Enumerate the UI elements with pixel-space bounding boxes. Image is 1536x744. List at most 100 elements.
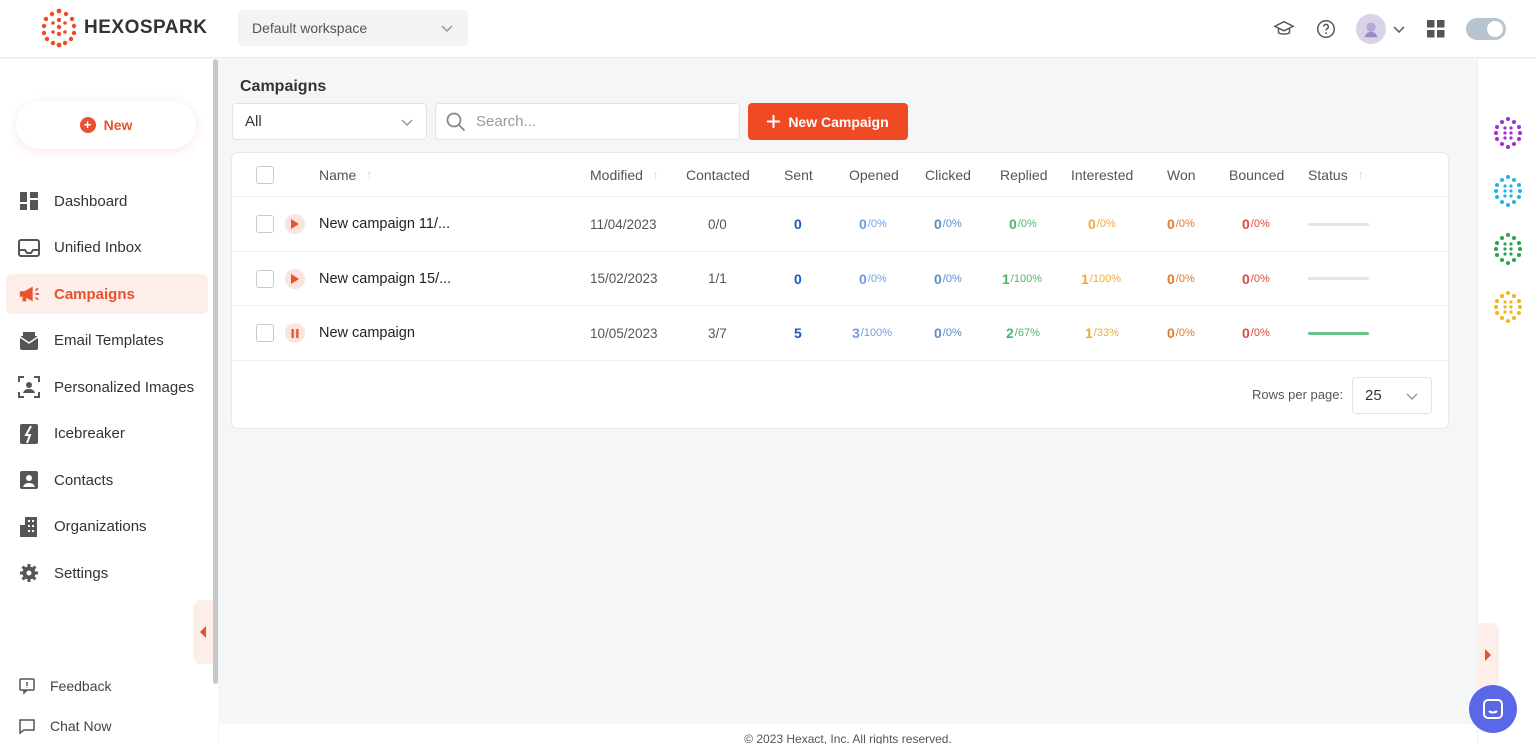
chevron-left-icon — [200, 626, 206, 638]
sidebar-item-organizations[interactable]: Organizations — [6, 507, 208, 547]
sidebar-item-contacts[interactable]: Contacts — [6, 460, 208, 500]
metric-percent: /0% — [1250, 327, 1270, 339]
column-header-name[interactable]: Name ↑ — [319, 153, 372, 196]
table-row[interactable]: New campaign 10/05/2023 3/7 5 3/100% 0/0… — [232, 306, 1448, 361]
chevron-down-icon[interactable] — [1392, 22, 1406, 36]
gear-icon — [18, 562, 40, 584]
chat-icon — [1483, 699, 1503, 719]
yellow-app-icon[interactable] — [1493, 291, 1523, 328]
column-header-opened: Opened — [849, 153, 899, 196]
header-label: Bounced — [1229, 166, 1285, 183]
sidebar: + New Dashboard Unified Inbox Campaigns … — [0, 59, 218, 744]
replied-value: 2/67% — [1006, 306, 1040, 360]
metric-count: 1 — [1002, 270, 1010, 287]
metric-count: 0 — [1167, 270, 1175, 287]
search-icon — [446, 112, 466, 131]
avatar[interactable] — [1356, 14, 1386, 44]
metric-percent: /100% — [1089, 272, 1121, 285]
campaign-filter-select[interactable]: All — [232, 103, 427, 140]
sort-up-icon: ↑ — [1357, 168, 1364, 181]
sidebar-item-label: Unified Inbox — [54, 239, 142, 256]
green-app-icon[interactable] — [1493, 233, 1523, 270]
new-button[interactable]: + New — [16, 101, 196, 149]
chat-widget-button[interactable] — [1469, 685, 1517, 733]
header-label: Interested — [1071, 166, 1134, 183]
header-label: Status — [1308, 166, 1348, 183]
purple-app-icon[interactable] — [1493, 117, 1523, 154]
column-header-contacted: Contacted — [686, 153, 750, 196]
campaign-name[interactable]: New campaign — [319, 306, 415, 360]
column-header-bounced: Bounced — [1229, 153, 1284, 196]
campaign-name[interactable]: New campaign 11/... — [319, 197, 450, 251]
table-row[interactable]: New campaign 11/... 11/04/2023 0/0 0 0/0… — [232, 197, 1448, 252]
footer: © 2023 Hexact, Inc. All rights reserved. — [219, 724, 1477, 744]
copyright-text: © 2023 Hexact, Inc. All rights reserved. — [744, 732, 952, 744]
expand-right-panel-button[interactable] — [1477, 623, 1499, 687]
sidebar-item-icebreaker[interactable]: Icebreaker — [6, 414, 208, 454]
play-icon[interactable] — [285, 214, 305, 234]
interested-value: 0/0% — [1088, 197, 1116, 251]
campaign-name[interactable]: New campaign 15/... — [319, 252, 451, 305]
rows-per-page-label: Rows per page: — [1252, 387, 1344, 402]
interested-value: 1/33% — [1085, 306, 1119, 360]
select-all-checkbox[interactable] — [256, 165, 274, 184]
metric-percent: /100% — [1010, 272, 1042, 285]
metric-percent: /0% — [1250, 218, 1270, 230]
column-header-replied: Replied — [1000, 153, 1047, 196]
table-row[interactable]: New campaign 15/... 15/02/2023 1/1 0 0/0… — [232, 252, 1448, 306]
status-progress-bar — [1308, 277, 1369, 280]
sidebar-scrollbar[interactable] — [213, 59, 218, 684]
blue-app-icon[interactable] — [1493, 175, 1523, 212]
metric-count: 0 — [1242, 216, 1250, 232]
metric-count: 0 — [934, 270, 942, 287]
chevron-right-icon — [1485, 649, 1491, 661]
chevron-down-icon — [1406, 392, 1418, 400]
status-progress-bar — [1308, 222, 1369, 226]
plus-icon — [767, 115, 781, 128]
row-checkbox[interactable] — [256, 324, 274, 342]
search-box[interactable] — [435, 103, 740, 140]
contacted-value: 3/7 — [708, 325, 727, 341]
sidebar-item-personalized-images[interactable]: Personalized Images — [6, 367, 208, 407]
interested-value: 1/100% — [1081, 252, 1121, 305]
column-header-interested: Interested — [1071, 153, 1133, 196]
theme-toggle[interactable] — [1466, 18, 1506, 40]
collapse-sidebar-button[interactable] — [193, 600, 213, 664]
apps-grid-icon[interactable] — [1424, 17, 1448, 41]
pause-icon[interactable] — [285, 323, 305, 343]
column-header-status[interactable]: Status ↑ — [1308, 153, 1363, 196]
sidebar-item-email-templates[interactable]: Email Templates — [6, 321, 208, 361]
row-checkbox[interactable] — [256, 215, 274, 233]
column-header-clicked: Clicked — [925, 153, 971, 196]
row-checkbox[interactable] — [256, 269, 274, 288]
replied-value: 1/100% — [1002, 252, 1042, 305]
chat-now-link[interactable]: Chat Now — [18, 717, 111, 735]
metric-count: 0 — [1167, 325, 1175, 341]
hexospark-logo[interactable]: HEXOSPARK — [40, 8, 207, 48]
feedback-link[interactable]: Feedback — [18, 677, 111, 695]
play-icon[interactable] — [285, 268, 305, 289]
sidebar-item-dashboard[interactable]: Dashboard — [6, 181, 208, 221]
person-frame-icon — [18, 376, 40, 398]
sidebar-item-settings[interactable]: Settings — [6, 553, 208, 593]
metric-count: 0 — [859, 216, 867, 232]
inbox-icon — [18, 237, 40, 259]
header-label: Replied — [1000, 166, 1048, 183]
new-campaign-label: New Campaign — [788, 113, 889, 130]
sidebar-item-unified-inbox[interactable]: Unified Inbox — [6, 228, 208, 268]
search-input[interactable] — [476, 113, 726, 130]
metric-percent: /0% — [1175, 218, 1195, 230]
sidebar-item-label: Settings — [54, 564, 109, 582]
rows-per-page-select[interactable]: 25 — [1352, 377, 1432, 414]
sidebar-item-campaigns[interactable]: Campaigns — [6, 274, 208, 314]
metric-percent: /0% — [1175, 327, 1195, 339]
workspace-select[interactable]: Default workspace — [238, 10, 468, 46]
metric-count: 0 — [934, 216, 942, 232]
new-campaign-button[interactable]: New Campaign — [748, 103, 908, 140]
help-circle-icon[interactable] — [1314, 17, 1338, 41]
metric-count: 0 — [934, 325, 942, 341]
hexospark-logo-icon — [41, 8, 77, 48]
graduation-cap-icon[interactable] — [1272, 17, 1296, 41]
column-header-modified[interactable]: Modified ↑ — [590, 153, 658, 196]
chat-icon — [19, 719, 35, 735]
